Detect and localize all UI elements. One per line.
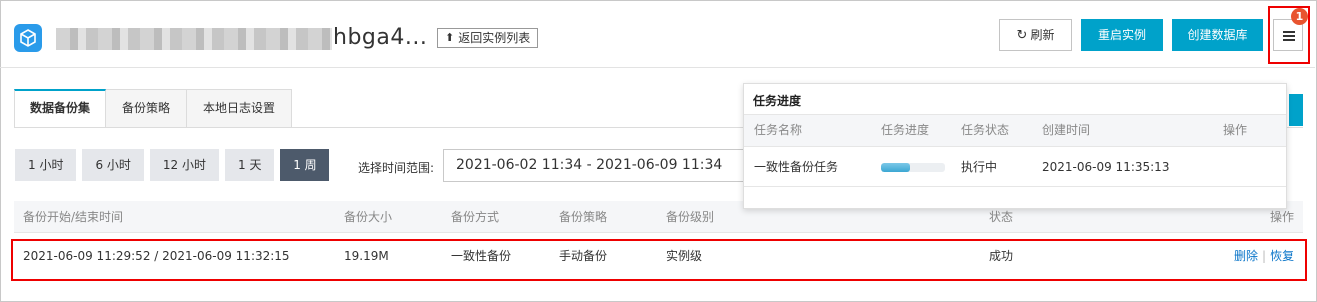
task-progress-fill [881, 163, 910, 172]
range-6-hours-button[interactable]: 6 小时 [82, 149, 144, 181]
row-highlight [11, 239, 1307, 281]
instance-header: hbga4... ⬆ 返回实例列表 ↻ 刷新 重启实例 创建数据库 1 [0, 0, 1315, 68]
popover-table-header: 任务名称 任务进度 任务状态 创建时间 操作 [744, 114, 1286, 147]
instance-name: hbga4... [333, 25, 428, 50]
col-method: 备份方式 [451, 210, 500, 224]
popover-col-actions: 操作 [1223, 123, 1248, 137]
col-level: 备份级别 [666, 210, 715, 224]
time-range-buttons: 1 小时 6 小时 12 小时 1 天 1 周 [15, 149, 330, 181]
restart-instance-button[interactable]: 重启实例 [1081, 19, 1163, 51]
task-row: 一致性备份任务 执行中 2021-06-09 11:35:13 [744, 147, 1286, 187]
range-1-hour-button[interactable]: 1 小时 [15, 149, 77, 181]
task-name: 一致性备份任务 [754, 160, 839, 174]
task-status: 执行中 [961, 160, 998, 174]
partially-hidden-button[interactable] [1289, 94, 1303, 126]
range-1-day-button[interactable]: 1 天 [225, 149, 275, 181]
task-created-time: 2021-06-09 11:35:13 [1042, 160, 1170, 174]
database-logo-icon [14, 24, 42, 52]
popover-col-created: 创建时间 [1042, 123, 1091, 137]
popover-col-status: 任务状态 [961, 123, 1010, 137]
task-progress-bar [881, 163, 945, 172]
refresh-button[interactable]: ↻ 刷新 [999, 19, 1072, 51]
arrow-up-icon: ⬆ [445, 31, 455, 44]
task-button-highlight [1268, 6, 1310, 64]
time-range-picker[interactable]: 2021-06-02 11:34 - 2021-06-09 11:34 [443, 149, 748, 182]
create-database-button[interactable]: 创建数据库 [1172, 19, 1263, 51]
refresh-icon: ↻ [1016, 28, 1028, 43]
col-size: 备份大小 [344, 210, 393, 224]
popover-col-name: 任务名称 [754, 123, 803, 137]
range-1-week-button[interactable]: 1 周 [280, 149, 330, 181]
task-progress-popover: 任务进度 任务名称 任务进度 任务状态 创建时间 操作 一致性备份任务 执行中 … [743, 83, 1287, 209]
col-policy: 备份策略 [559, 210, 608, 224]
popover-col-progress: 任务进度 [881, 123, 930, 137]
back-to-list-button[interactable]: ⬆ 返回实例列表 [437, 28, 539, 48]
popover-title: 任务进度 [753, 94, 802, 108]
tab-local-log-settings[interactable]: 本地日志设置 [187, 89, 293, 128]
redacted-instance-id [56, 28, 332, 50]
back-to-list-label: 返回实例列表 [458, 31, 531, 45]
range-12-hours-button[interactable]: 12 小时 [149, 149, 219, 181]
time-range-label: 选择时间范围: [358, 161, 435, 175]
tab-backup-policy[interactable]: 备份策略 [106, 89, 188, 128]
refresh-label: 刷新 [1030, 28, 1055, 42]
tab-backup-sets[interactable]: 数据备份集 [14, 89, 106, 128]
tab-bar: 数据备份集 备份策略 本地日志设置 [14, 89, 293, 128]
col-time: 备份开始/结束时间 [23, 210, 124, 224]
